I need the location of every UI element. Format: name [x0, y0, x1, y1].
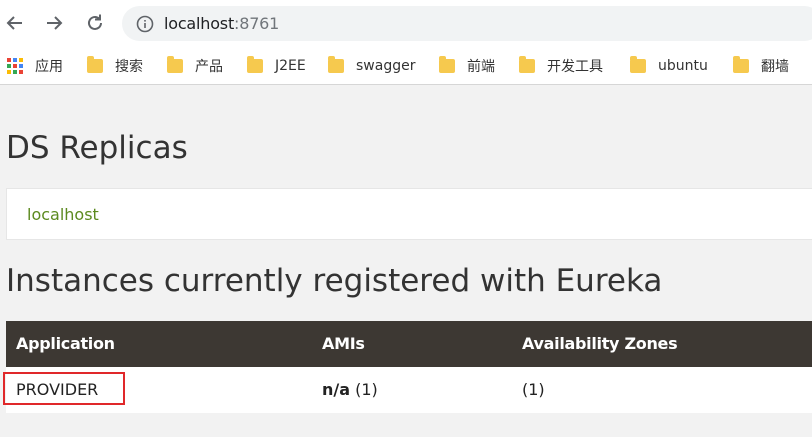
amis-cell: n/a (1) [322, 380, 378, 399]
column-header-amis: AMIs [322, 334, 365, 353]
folder-icon [630, 56, 646, 73]
bookmark-label: swagger [356, 58, 416, 74]
page-content: DS Replicas localhost Instances currentl… [0, 86, 812, 437]
folder-icon [439, 56, 455, 73]
amis-value: n/a [322, 380, 351, 399]
apps-grid-icon [7, 58, 23, 74]
bookmark-label: ubuntu [658, 58, 708, 74]
bookmark-folder[interactable]: 搜索 [87, 55, 143, 77]
amis-count: (1) [355, 380, 378, 399]
bookmark-label: 搜索 [115, 59, 143, 75]
bookmark-label: 应用 [35, 59, 63, 75]
folder-icon [519, 56, 535, 73]
url-text: localhost:8761 [164, 14, 279, 33]
column-header-zones: Availability Zones [522, 334, 678, 353]
folder-icon [247, 56, 263, 73]
bookmark-folder[interactable]: ubuntu [630, 55, 708, 77]
bookmarks-bar: 应用 搜索 产品 J2EE swagger 前端 开发工具 ubuntu 翻墙 [0, 48, 812, 85]
column-header-application: Application [16, 334, 115, 353]
replicas-panel: localhost [6, 188, 812, 240]
zones-cell: (1) [522, 380, 545, 399]
url-port: :8761 [234, 14, 280, 33]
folder-icon [733, 56, 749, 73]
table-row: PROVIDER n/a (1) (1) [3, 367, 812, 413]
reload-icon [88, 14, 102, 30]
bookmark-label: 翻墙 [761, 59, 789, 75]
bookmark-label: 产品 [195, 59, 223, 75]
bookmark-apps[interactable]: 应用 [7, 55, 63, 77]
bookmark-folder[interactable]: swagger [328, 55, 415, 77]
bookmark-folder[interactable]: 开发工具 [519, 55, 603, 77]
bookmark-label: 开发工具 [547, 59, 603, 75]
replica-link[interactable]: localhost [27, 205, 99, 224]
url-host: localhost [164, 14, 235, 33]
browser-toolbar: localhost:8761 [0, 0, 812, 48]
folder-icon [328, 56, 344, 73]
reload-button[interactable] [82, 10, 108, 36]
folder-icon [87, 56, 103, 73]
address-bar[interactable]: localhost:8761 [122, 6, 812, 41]
bookmark-folder[interactable]: 产品 [167, 55, 223, 77]
arrow-left-icon [6, 16, 22, 30]
bookmark-label: 前端 [467, 59, 495, 75]
table-header: Application AMIs Availability Zones [6, 321, 812, 367]
bookmark-folder[interactable]: 前端 [439, 55, 495, 77]
folder-icon [167, 56, 183, 73]
replicas-heading: DS Replicas [6, 130, 188, 166]
instances-heading: Instances currently registered with Eure… [6, 263, 663, 299]
forward-button[interactable] [41, 10, 67, 36]
bookmark-folder[interactable]: J2EE [247, 55, 306, 77]
info-icon[interactable] [136, 15, 154, 33]
bookmark-folder[interactable]: 翻墙 [733, 55, 789, 77]
instances-table: Application AMIs Availability Zones PROV… [3, 321, 812, 413]
arrow-right-icon [47, 16, 63, 30]
back-button[interactable] [2, 10, 28, 36]
application-name: PROVIDER [16, 380, 99, 399]
bookmark-label: J2EE [275, 58, 306, 74]
